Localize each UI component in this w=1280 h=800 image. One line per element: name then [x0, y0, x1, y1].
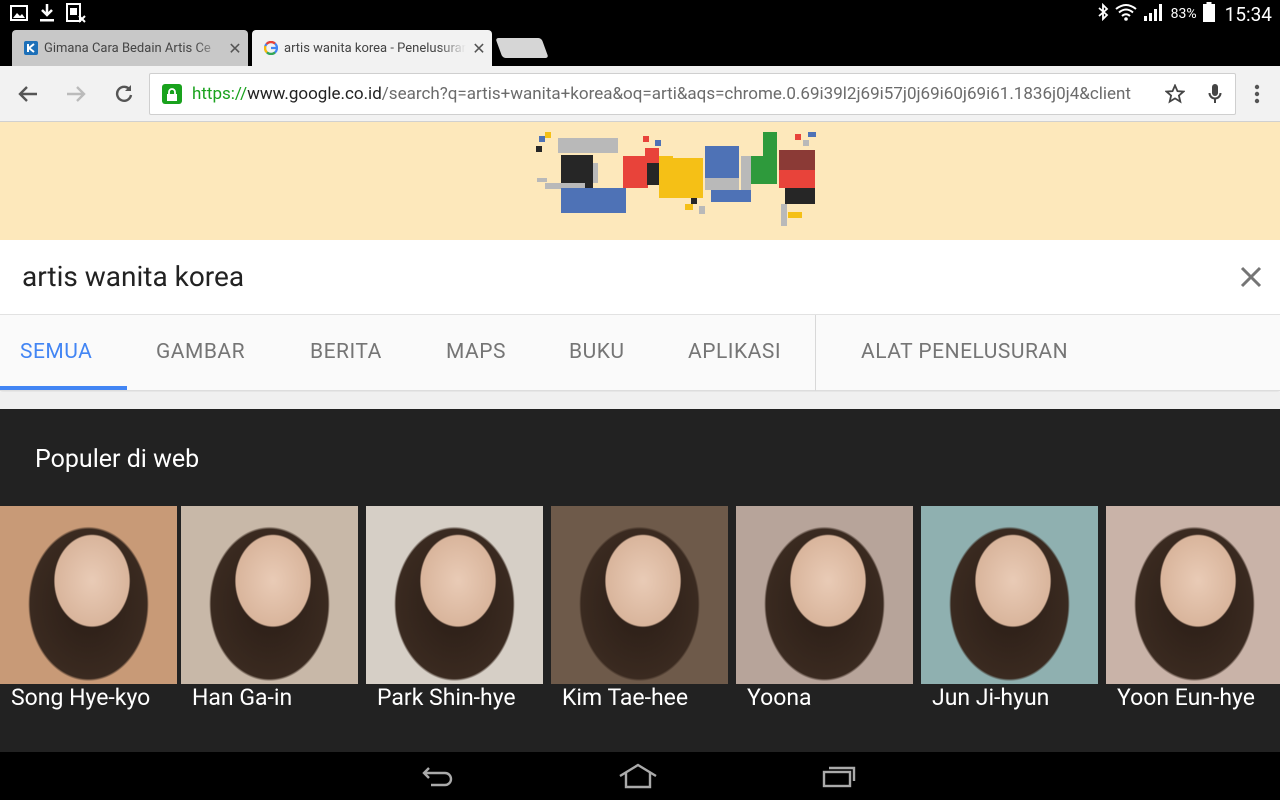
tab-gambar[interactable]: GAMBAR — [156, 340, 245, 364]
reload-icon[interactable] — [110, 80, 138, 108]
tab-semua[interactable]: SEMUA — [20, 340, 92, 364]
web-page: artis wanita korea SEMUA GAMBAR BERITA M… — [0, 122, 1280, 752]
close-tab-icon[interactable]: ✕ — [222, 39, 248, 58]
browser-tab-title: Gimana Cara Bedain Artis Ce — [44, 40, 211, 56]
clear-search-icon[interactable] — [1232, 258, 1270, 296]
popular-card-name: Jun Ji-hyun — [932, 684, 1050, 711]
omnibox[interactable]: https://www.google.co.id/search?q=artis+… — [149, 73, 1236, 115]
overflow-menu-icon[interactable] — [1243, 80, 1271, 108]
search-tabs: SEMUA GAMBAR BERITA MAPS BUKU APLIKASI A… — [0, 315, 1280, 391]
popular-card[interactable]: Yoon Eun-hye — [1106, 506, 1280, 726]
tab-strip: Gimana Cara Bedain Artis Ce ✕ artis wani… — [0, 26, 1280, 66]
portrait-photo — [736, 506, 913, 684]
image-notification-icon — [10, 5, 28, 25]
status-bar: 83% 15:34 — [0, 0, 1280, 26]
kaskus-favicon-icon — [24, 41, 38, 55]
browser-toolbar: https://www.google.co.id/search?q=artis+… — [0, 66, 1280, 122]
search-box[interactable]: artis wanita korea — [0, 240, 1280, 315]
url-text: https://www.google.co.id/search?q=artis+… — [192, 84, 1155, 104]
url-host: www.google.co.id — [247, 84, 382, 104]
star-icon[interactable] — [1155, 84, 1195, 104]
google-doodle[interactable] — [533, 128, 823, 228]
portrait-photo — [0, 506, 177, 684]
search-query[interactable]: artis wanita korea — [22, 260, 244, 293]
portrait-photo — [181, 506, 358, 684]
popular-card[interactable]: Park Shin-hye — [366, 506, 543, 726]
popular-card-name: Park Shin-hye — [377, 684, 516, 711]
portrait-photo — [1106, 506, 1280, 684]
clock: 15:34 — [1224, 2, 1272, 26]
popular-card-name: Song Hye-kyo — [11, 684, 151, 711]
back-arrow-icon[interactable] — [14, 80, 42, 108]
url-scheme: https:// — [192, 84, 248, 104]
search-tools-button[interactable]: ALAT PENELUSURAN — [861, 340, 1068, 364]
battery-percent: 83% — [1170, 6, 1197, 22]
navigation-bar — [0, 752, 1280, 800]
popular-card-name: Han Ga-in — [192, 684, 293, 711]
portrait-photo — [366, 506, 543, 684]
tab-maps[interactable]: MAPS — [446, 340, 506, 364]
popular-card-name: Kim Tae-hee — [562, 684, 689, 711]
lock-icon — [162, 84, 182, 104]
portrait-photo — [921, 506, 1098, 684]
browser-tab-title: artis wanita korea - Penelusuran — [284, 40, 466, 56]
tabs-divider — [815, 315, 816, 391]
popular-card-name: Yoon Eun-hye — [1117, 684, 1255, 711]
microphone-icon[interactable] — [1195, 83, 1235, 105]
popular-carousel[interactable]: Song Hye-kyo Han Ga-in Park Shin-hye Kim… — [0, 506, 1280, 726]
nav-back-icon[interactable] — [414, 760, 462, 792]
new-tab-button[interactable] — [495, 38, 549, 58]
tab-berita[interactable]: BERITA — [310, 340, 382, 364]
nav-recents-icon[interactable] — [814, 760, 862, 792]
sim-off-icon — [66, 3, 86, 27]
tab-aplikasi[interactable]: APLIKASI — [688, 340, 781, 364]
portrait-photo — [551, 506, 728, 684]
popular-card[interactable]: Jun Ji-hyun — [921, 506, 1098, 726]
download-icon — [38, 3, 56, 27]
signal-icon — [1143, 3, 1165, 25]
tab-buku[interactable]: BUKU — [569, 340, 625, 364]
popular-title: Populer di web — [35, 445, 200, 474]
nav-home-icon[interactable] — [614, 760, 662, 792]
popular-card[interactable]: Kim Tae-hee — [551, 506, 728, 726]
close-tab-icon[interactable]: ✕ — [466, 39, 492, 58]
popular-card[interactable]: Han Ga-in — [181, 506, 358, 726]
battery-icon — [1202, 2, 1215, 26]
popular-card[interactable]: Yoona — [736, 506, 913, 726]
browser-tab-0[interactable]: Gimana Cara Bedain Artis Ce ✕ — [12, 30, 248, 66]
url-path: /search?q=artis+wanita+korea&oq=arti&aqs… — [381, 84, 1131, 104]
popular-card[interactable]: Song Hye-kyo — [0, 506, 177, 726]
forward-arrow-icon[interactable] — [62, 80, 90, 108]
browser-tab-1[interactable]: artis wanita korea - Penelusuran ✕ — [252, 30, 492, 66]
section-gap — [0, 392, 1280, 410]
bluetooth-icon — [1097, 2, 1109, 25]
google-favicon-icon — [263, 40, 279, 56]
active-tab-indicator — [0, 386, 127, 390]
wifi-icon — [1115, 3, 1137, 25]
popular-card-name: Yoona — [747, 684, 812, 711]
popular-section: Populer di web Song Hye-kyo Han Ga-in Pa… — [0, 409, 1280, 752]
doodle-banner[interactable] — [0, 122, 1280, 240]
